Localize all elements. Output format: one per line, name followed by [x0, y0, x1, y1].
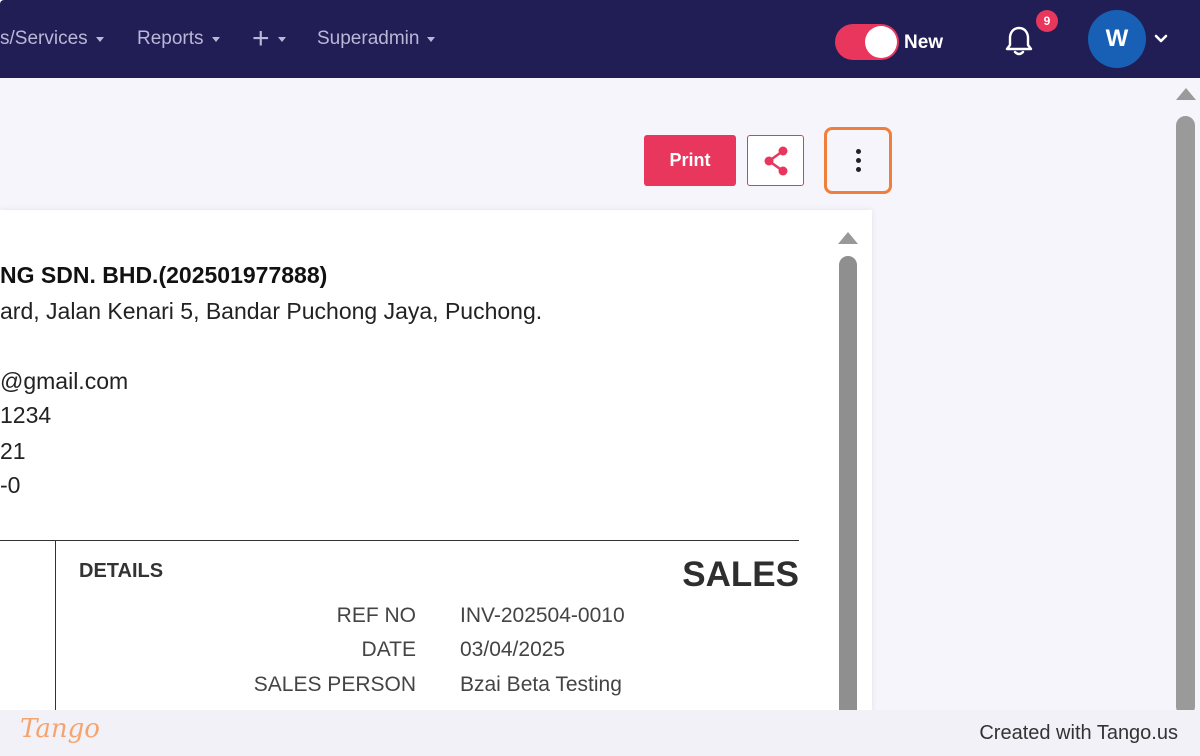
nav-item-label: Reports: [137, 28, 204, 49]
toggle-label: New: [904, 32, 944, 53]
document-type-title: SALES: [682, 555, 799, 594]
field-label-ref-no: REF NO: [336, 604, 416, 627]
company-address: ard, Jalan Kenari 5, Bandar Puchong Jaya…: [0, 298, 543, 324]
field-value-sales-person: Bzai Beta Testing: [460, 673, 622, 696]
avatar[interactable]: W: [1088, 10, 1146, 68]
nav-item-label: s/Services: [0, 28, 88, 49]
field-value-date: 03/04/2025: [460, 638, 566, 661]
print-button[interactable]: Print: [644, 135, 736, 186]
tango-footer: Tango Created with Tango.us: [0, 710, 1200, 756]
company-info-line: 21: [0, 438, 26, 464]
share-button[interactable]: [747, 135, 804, 186]
doc-scrollbar-thumb[interactable]: [839, 256, 857, 726]
toggle-knob: [865, 26, 897, 58]
nav-item-services[interactable]: s/Services: [0, 28, 104, 50]
details-heading: DETAILS: [79, 560, 164, 582]
company-name: NG SDN. BHD.(202501977888): [0, 262, 328, 288]
bell-icon[interactable]: [1003, 24, 1035, 58]
field-label-date: DATE: [361, 638, 416, 661]
chevron-down-icon[interactable]: [1154, 34, 1168, 44]
company-phone: 1234: [0, 402, 52, 428]
doc-scroll-up-arrow[interactable]: [838, 232, 858, 244]
new-ui-toggle[interactable]: [835, 24, 899, 60]
nav-item-reports[interactable]: Reports: [137, 28, 220, 50]
invoice-preview: NG SDN. BHD.(202501977888) ard, Jalan Ke…: [0, 210, 872, 730]
company-info-line: -0: [0, 472, 21, 498]
caret-down-icon: [427, 36, 436, 42]
tango-logo: Tango: [20, 714, 100, 744]
share-icon: [764, 146, 787, 175]
field-value-ref-no: INV-202504-0010: [460, 604, 625, 627]
screen: s/Services Reports + Superadmin New 9 W: [0, 0, 1200, 756]
divider-vertical: [55, 540, 56, 730]
footer-credit: Created with Tango.us: [979, 722, 1178, 744]
company-email: @gmail.com: [0, 368, 129, 394]
more-options-button[interactable]: [824, 127, 892, 194]
nav-item-superadmin[interactable]: Superadmin: [317, 28, 436, 50]
caret-down-icon: [95, 36, 104, 42]
caret-down-icon: [277, 36, 286, 42]
main-content: Print NG SDN. BHD.(202501977888) ard, Ja…: [0, 78, 1200, 730]
caret-down-icon: [211, 36, 220, 42]
nav-item-label: Superadmin: [317, 28, 420, 49]
more-vertical-icon: [855, 149, 861, 172]
notification-badge: 9: [1036, 10, 1058, 32]
field-label-sales-person: SALES PERSON: [253, 673, 416, 696]
nav-item-add[interactable]: +: [252, 22, 286, 55]
plus-icon: +: [252, 22, 270, 55]
divider: [0, 540, 799, 541]
page-scrollbar-thumb[interactable]: [1176, 116, 1195, 716]
page-scroll-up-arrow[interactable]: [1176, 88, 1196, 100]
top-navbar: s/Services Reports + Superadmin New 9 W: [0, 0, 1200, 78]
